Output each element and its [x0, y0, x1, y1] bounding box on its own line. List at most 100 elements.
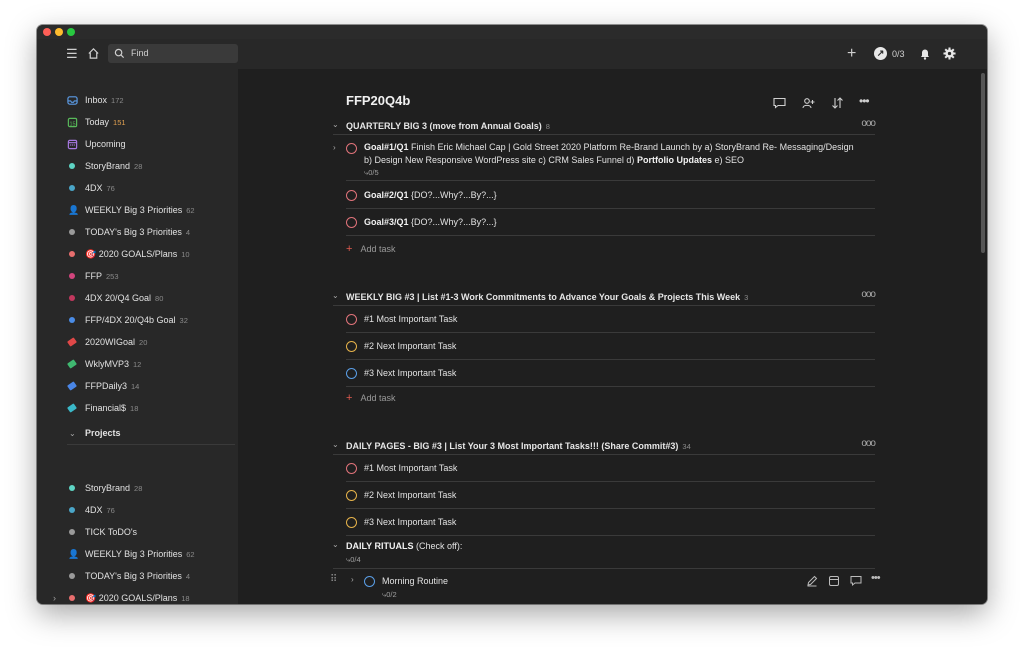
task-item[interactable]: #2 Next Important Task — [346, 334, 875, 360]
schedule-icon[interactable] — [828, 575, 840, 587]
zoom-window-button[interactable] — [67, 28, 75, 36]
task-item[interactable]: #1 Most Important Task — [346, 307, 875, 333]
chevron-down-icon[interactable]: ⌄ — [332, 440, 339, 449]
section-title: QUARTERLY BIG 3 (move from Annual Goals) — [346, 121, 542, 131]
karma-icon[interactable]: ↗ — [874, 47, 887, 60]
share-person-icon[interactable] — [802, 97, 815, 109]
shared-person-icon: 👤 — [68, 548, 80, 559]
top-bar: ☰ Find + ↗ 0/3 — [37, 39, 987, 69]
sidebar-item-count: 4 — [185, 228, 191, 237]
project-color-dot — [69, 317, 75, 323]
task-item[interactable]: #3 Next Important Task — [346, 361, 875, 387]
gear-icon[interactable] — [943, 47, 956, 60]
chevron-down-icon[interactable]: ⌄ — [332, 540, 339, 549]
task-checkbox[interactable] — [346, 463, 357, 474]
task-checkbox[interactable] — [346, 368, 357, 379]
sidebar-item-storybrand[interactable]: StoryBrand 28 — [37, 156, 238, 176]
app-window: ☰ Find + ↗ 0/3 Inbox 172 15 Today 151 Up… — [37, 25, 987, 604]
sidebar-item-today[interactable]: 15 Today 151 — [37, 112, 238, 132]
sidebar-item-label: 🎯 2020 GOALS/Plans — [85, 592, 178, 603]
sidebar-item-ffp[interactable]: FFP 253 — [37, 266, 238, 286]
section-more-icon[interactable]: ooo — [861, 438, 876, 449]
task-title-bold: Goal#3/Q1 — [364, 217, 409, 227]
task-checkbox[interactable] — [364, 576, 375, 587]
comment-icon[interactable] — [850, 575, 862, 587]
sidebar-item-ffp-4dx-q4b[interactable]: FFP/4DX 20/Q4b Goal 32 — [37, 310, 238, 330]
project-color-dot — [69, 273, 75, 279]
section-header[interactable]: ⌄ QUARTERLY BIG 3 (move from Annual Goal… — [332, 118, 876, 135]
sidebar-item-count: 76 — [106, 184, 115, 193]
chevron-down-icon[interactable]: ⌄ — [332, 120, 339, 129]
task-checkbox[interactable] — [346, 490, 357, 501]
task-checkbox[interactable] — [346, 143, 357, 154]
chevron-right-icon[interactable]: › — [333, 143, 336, 152]
task-item[interactable]: #3 Next Important Task — [346, 510, 875, 536]
task-checkbox[interactable] — [346, 517, 357, 528]
more-options-icon[interactable]: ••• — [859, 94, 870, 108]
sidebar-item-count: 151 — [113, 118, 126, 127]
project-color-dot — [69, 163, 75, 169]
home-icon[interactable] — [87, 47, 100, 60]
sidebar-item-weekly-big3[interactable]: 👤 WEEKLY Big 3 Priorities 62 — [37, 200, 238, 220]
section-title: DAILY PAGES - BIG #3 | List Your 3 Most … — [346, 441, 679, 451]
task-checkbox[interactable] — [346, 314, 357, 325]
sidebar-item-2020-goals[interactable]: 🎯 2020 GOALS/Plans 10 — [37, 244, 238, 264]
sidebar-item-label: 2020WIGoal — [85, 337, 136, 347]
projects-header[interactable]: ⌄ Projects — [37, 423, 238, 443]
chevron-down-icon[interactable]: ⌄ — [332, 291, 339, 300]
sidebar-project-today-big3[interactable]: TODAY's Big 3 Priorities 4 — [37, 566, 238, 586]
sidebar-item-count: 172 — [111, 96, 124, 105]
sidebar-item-count: 62 — [186, 550, 195, 559]
section-header[interactable]: ⌄ WEEKLY BIG #3 | List #1-3 Work Commitm… — [332, 289, 876, 306]
sidebar-item-wklymvp3[interactable]: WklyMVP3 12 — [37, 354, 238, 374]
sidebar-project-weekly-big3[interactable]: 👤 WEEKLY Big 3 Priorities 62 — [37, 544, 238, 564]
chevron-right-icon[interactable]: › — [351, 575, 354, 584]
task-item[interactable]: #1 Most Important Task — [346, 456, 875, 482]
karma-progress[interactable]: 0/3 — [892, 49, 905, 59]
task-item[interactable]: Goal#3/Q1 {DO?...Why?...By?...} — [346, 212, 875, 236]
bell-icon[interactable] — [919, 47, 931, 60]
task-item-morning-routine[interactable]: ⠿ › Morning Routine ⤷0/2 ••• — [330, 572, 893, 604]
sidebar-project-4dx[interactable]: 4DX 76 — [37, 500, 238, 520]
add-task-button[interactable]: + Add task — [346, 392, 395, 404]
sidebar-item-count: 28 — [134, 162, 143, 171]
task-title-bold: Goal#1/Q1 — [364, 142, 409, 152]
sidebar-item-upcoming[interactable]: Upcoming — [37, 134, 238, 154]
task-checkbox[interactable] — [346, 190, 357, 201]
task-checkbox[interactable] — [346, 217, 357, 228]
task-checkbox[interactable] — [346, 341, 357, 352]
sidebar-item-financial[interactable]: Financial$ 18 — [37, 398, 238, 418]
sidebar-item-ffpdaily3[interactable]: FFPDaily3 14 — [37, 376, 238, 396]
chevron-right-icon[interactable]: › — [53, 593, 56, 603]
add-task-button[interactable]: + Add task — [346, 243, 395, 255]
sidebar-item-inbox[interactable]: Inbox 172 — [37, 90, 238, 110]
comment-icon[interactable] — [773, 97, 786, 109]
task-item[interactable]: #2 Next Important Task — [346, 483, 875, 509]
section-header[interactable]: ⌄ DAILY PAGES - BIG #3 | List Your 3 Mos… — [332, 438, 876, 455]
sidebar-item-today-big3[interactable]: TODAY's Big 3 Priorities 4 — [37, 222, 238, 242]
more-options-icon[interactable]: ••• — [871, 572, 881, 584]
menu-icon[interactable]: ☰ — [66, 39, 78, 69]
add-task-icon[interactable]: + — [847, 39, 856, 69]
sidebar-item-4dx-q4-goal[interactable]: 4DX 20/Q4 Goal 80 — [37, 288, 238, 308]
search-input[interactable]: Find — [108, 44, 238, 63]
edit-pencil-icon[interactable] — [806, 575, 818, 587]
close-window-button[interactable] — [43, 28, 51, 36]
sidebar-project-storybrand[interactable]: StoryBrand 28 — [37, 478, 238, 498]
chevron-down-icon: ⌄ — [69, 428, 76, 438]
minimize-window-button[interactable] — [55, 28, 63, 36]
sidebar-project-tick-todos[interactable]: TICK ToDO's — [37, 522, 238, 542]
scrollbar[interactable] — [981, 73, 985, 253]
section-more-icon[interactable]: ooo — [861, 289, 876, 300]
sidebar-project-2020-goals[interactable]: › 🎯 2020 GOALS/Plans 18 — [37, 588, 238, 604]
task-item[interactable]: Goal#2/Q1 {DO?...Why?...By?...} — [346, 185, 875, 209]
task-title: #2 Next Important Task — [364, 341, 457, 351]
sidebar-item-2020wigoal[interactable]: 2020WIGoal 20 — [37, 332, 238, 352]
sidebar-item-4dx[interactable]: 4DX 76 — [37, 178, 238, 198]
daily-rituals-heading-task[interactable]: ⌄ DAILY RITUALS (Check off): ⤷0/4 — [332, 537, 875, 569]
drag-handle-icon[interactable]: ⠿ — [330, 574, 337, 585]
sort-icon[interactable] — [831, 97, 844, 109]
divider — [67, 444, 235, 445]
section-more-icon[interactable]: ooo — [861, 118, 876, 129]
task-item[interactable]: › Goal#1/Q1 Finish Eric Michael Cap | Go… — [333, 139, 875, 181]
